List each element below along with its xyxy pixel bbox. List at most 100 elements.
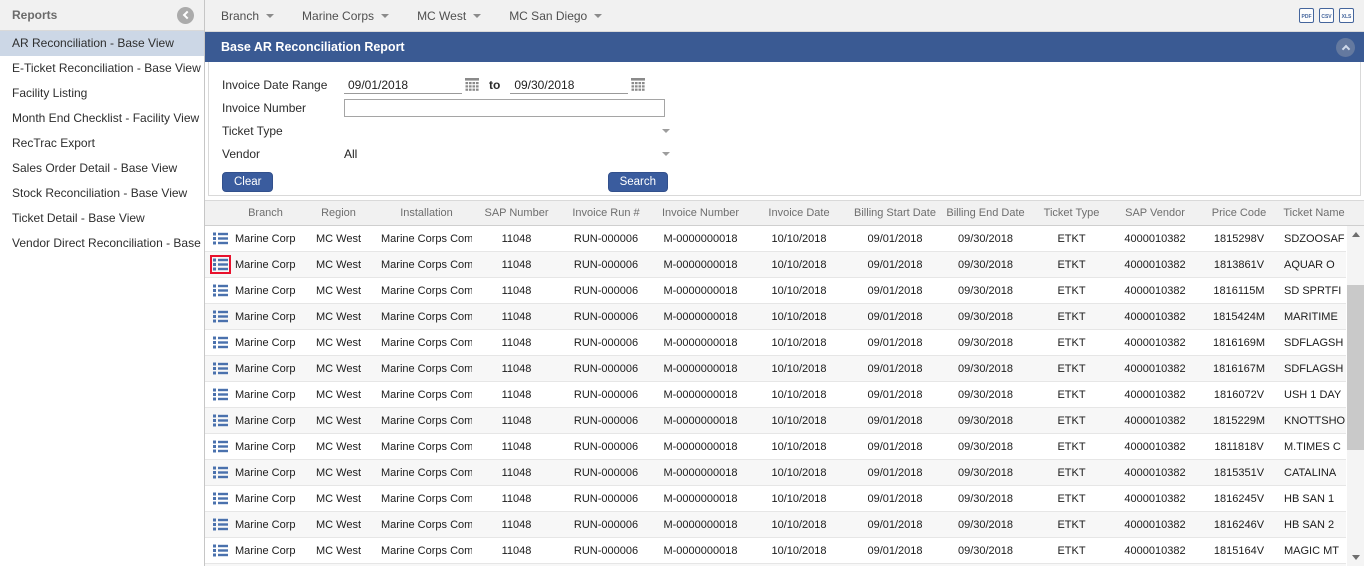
sidebar-item[interactable]: RecTrac Export [0, 131, 204, 156]
table-cell: M-0000000018 [651, 415, 750, 427]
table-cell: RUN-000006 [561, 363, 651, 375]
column-header[interactable]: Ticket Type [1029, 207, 1114, 219]
row-icon-cell [205, 515, 235, 534]
table-cell: 1815351V [1196, 467, 1282, 479]
scrollbar-thumb[interactable] [1347, 285, 1364, 450]
table-cell: 1816169M [1196, 337, 1282, 349]
column-header[interactable]: SAP Number [472, 207, 561, 219]
column-header[interactable]: SAP Vendor [1114, 207, 1196, 219]
column-header[interactable]: Invoice Run # [561, 207, 651, 219]
highlighted-row-details-icon[interactable] [210, 255, 231, 274]
search-button[interactable]: Search [608, 172, 668, 192]
column-header[interactable]: Installation [381, 207, 472, 219]
column-header[interactable]: Invoice Date [750, 207, 848, 219]
sidebar-item[interactable]: Month End Checklist - Facility View [0, 106, 204, 131]
row-icon-cell [205, 541, 235, 560]
row-details-icon[interactable] [210, 489, 231, 508]
csv-export-icon[interactable]: CSV [1319, 8, 1334, 23]
row-details-icon[interactable] [210, 541, 231, 560]
filter-buttons: Clear Search [222, 172, 668, 192]
date-to-input[interactable] [510, 76, 628, 94]
row-details-icon[interactable] [210, 281, 231, 300]
chevron-down-icon [473, 14, 481, 18]
date-from-input[interactable] [344, 76, 462, 94]
table-cell: 1815229M [1196, 415, 1282, 427]
calendar-icon[interactable] [465, 78, 479, 91]
table-cell: 10/10/2018 [750, 545, 848, 557]
row-icon-cell [205, 255, 235, 274]
scope-dropdown[interactable]: Marine Corps [288, 9, 403, 23]
scroll-up-button[interactable] [1347, 226, 1364, 243]
table-cell: Marine Corps Com... [381, 493, 472, 505]
scope-dropdown[interactable]: MC San Diego [495, 9, 616, 23]
table-cell: ETKT [1029, 493, 1114, 505]
invoice-number-input[interactable] [344, 99, 665, 117]
column-header[interactable]: Ticket Name [1282, 207, 1346, 219]
panel-collapse-button[interactable] [1336, 38, 1355, 57]
sidebar-title: Reports [12, 8, 57, 22]
column-header[interactable]: Billing End Date [942, 207, 1029, 219]
column-header[interactable]: Price Code [1196, 207, 1282, 219]
column-header[interactable]: Branch [235, 207, 296, 219]
table-cell: ETKT [1029, 363, 1114, 375]
sidebar-item[interactable]: Ticket Detail - Base View [0, 206, 204, 231]
vendor-dropdown[interactable]: All [344, 147, 674, 161]
export-icons: PDF CSV XLS [1299, 8, 1354, 23]
table-cell: SDFLAGSH [1282, 337, 1346, 349]
table-cell: 11048 [472, 311, 561, 323]
xls-export-icon[interactable]: XLS [1339, 8, 1354, 23]
scroll-down-button[interactable] [1347, 549, 1364, 566]
sidebar-item[interactable]: Facility Listing [0, 81, 204, 106]
row-details-icon[interactable] [210, 515, 231, 534]
column-header[interactable]: Invoice Number [651, 207, 750, 219]
table-cell: 4000010382 [1114, 259, 1196, 271]
scope-dropdown-label: MC West [417, 9, 466, 23]
table-cell: 09/30/2018 [942, 285, 1029, 297]
table-cell: 4000010382 [1114, 311, 1196, 323]
vertical-scrollbar[interactable] [1347, 226, 1364, 566]
row-details-icon[interactable] [210, 463, 231, 482]
table-cell: 11048 [472, 337, 561, 349]
table-cell: MC West [296, 259, 381, 271]
row-details-icon[interactable] [210, 437, 231, 456]
table-cell: RUN-000006 [561, 259, 651, 271]
sidebar-item[interactable]: AR Reconciliation - Base View [0, 31, 204, 56]
scope-dropdown[interactable]: MC West [403, 9, 495, 23]
sidebar-item[interactable]: Vendor Direct Reconciliation - Base View [0, 231, 204, 256]
table-cell: Marine Corps Com... [381, 519, 472, 531]
row-details-icon[interactable] [210, 359, 231, 378]
chevron-down-icon[interactable] [662, 129, 670, 133]
column-header[interactable]: Region [296, 207, 381, 219]
clear-button[interactable]: Clear [222, 172, 273, 192]
table-cell: MC West [296, 519, 381, 531]
table-cell: 1816072V [1196, 389, 1282, 401]
table-cell: Marine Corps Com... [381, 441, 472, 453]
table-cell: 10/10/2018 [750, 337, 848, 349]
sidebar-collapse-button[interactable] [177, 7, 194, 24]
row-details-icon[interactable] [210, 307, 231, 326]
sidebar-item[interactable]: Sales Order Detail - Base View [0, 156, 204, 181]
table-cell: 1815164V [1196, 545, 1282, 557]
pdf-export-icon[interactable]: PDF [1299, 8, 1314, 23]
calendar-icon[interactable] [631, 78, 645, 91]
row-details-icon[interactable] [210, 385, 231, 404]
table-cell: Marine Corps [235, 233, 296, 245]
scope-dropdown[interactable]: Branch [207, 9, 288, 23]
table-cell: ETKT [1029, 337, 1114, 349]
table-cell: 11048 [472, 233, 561, 245]
chevron-down-icon[interactable] [662, 152, 670, 156]
table-cell: 09/30/2018 [942, 337, 1029, 349]
table-cell: 09/30/2018 [942, 233, 1029, 245]
row-details-icon[interactable] [210, 333, 231, 352]
table-cell: KNOTTSHO [1282, 415, 1346, 427]
sidebar-item[interactable]: E-Ticket Reconciliation - Base View [0, 56, 204, 81]
row-details-icon[interactable] [210, 411, 231, 430]
table-cell: 09/01/2018 [848, 259, 942, 271]
table-cell: Marine Corps [235, 467, 296, 479]
row-details-icon[interactable] [210, 229, 231, 248]
table-cell: 09/01/2018 [848, 337, 942, 349]
scope-dropdown-label: Marine Corps [302, 9, 374, 23]
sidebar-item[interactable]: Stock Reconciliation - Base View [0, 181, 204, 206]
column-header[interactable]: Billing Start Date [848, 207, 942, 219]
table-cell: M.TIMES C [1282, 441, 1346, 453]
